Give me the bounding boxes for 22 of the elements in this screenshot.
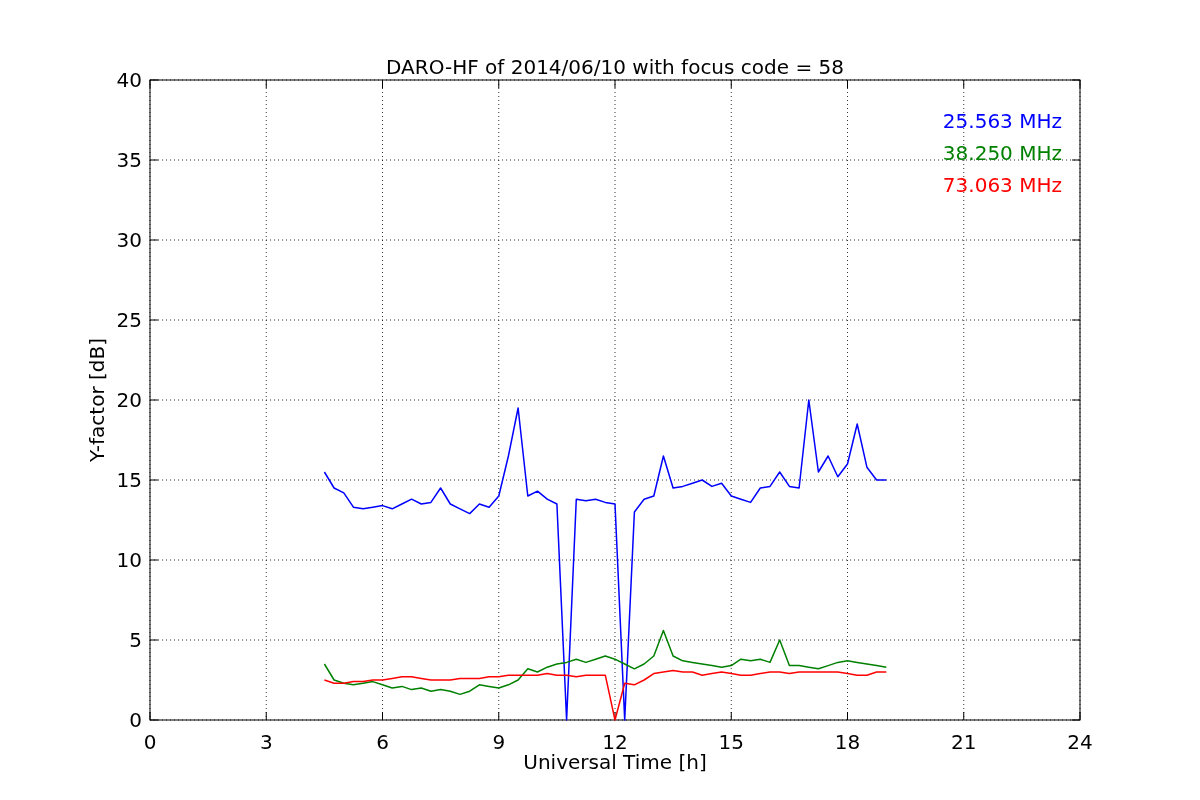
x-tick-label: 3: [259, 730, 273, 754]
y-tick-label: 5: [129, 628, 142, 652]
x-tick-label: 9: [492, 730, 506, 754]
x-tick-label: 0: [143, 730, 157, 754]
y-tick-label: 20: [116, 388, 142, 412]
y-tick-label: 35: [116, 148, 142, 172]
y-tick-label: 15: [116, 468, 142, 492]
y-tick-label: 25: [116, 308, 142, 332]
x-tick-label: 21: [951, 730, 977, 754]
x-tick-label: 6: [376, 730, 389, 754]
x-tick-label: 24: [1067, 730, 1093, 754]
chart-title: DARO-HF of 2014/06/10 with focus code = 58: [386, 55, 844, 79]
y-tick-label: 40: [116, 68, 142, 92]
y-tick-label: 30: [116, 228, 142, 252]
x-tick-label: 18: [834, 730, 861, 754]
y-axis-label: Y-factor [dB]: [85, 338, 109, 462]
legend-label: 38.250 MHz: [942, 141, 1062, 165]
y-tick-label: 0: [129, 708, 142, 732]
legend-label: 25.563 MHz: [942, 109, 1062, 133]
y-tick-label: 10: [116, 548, 142, 572]
x-tick-label: 15: [718, 730, 744, 754]
legend-label: 73.063 MHz: [942, 173, 1062, 197]
